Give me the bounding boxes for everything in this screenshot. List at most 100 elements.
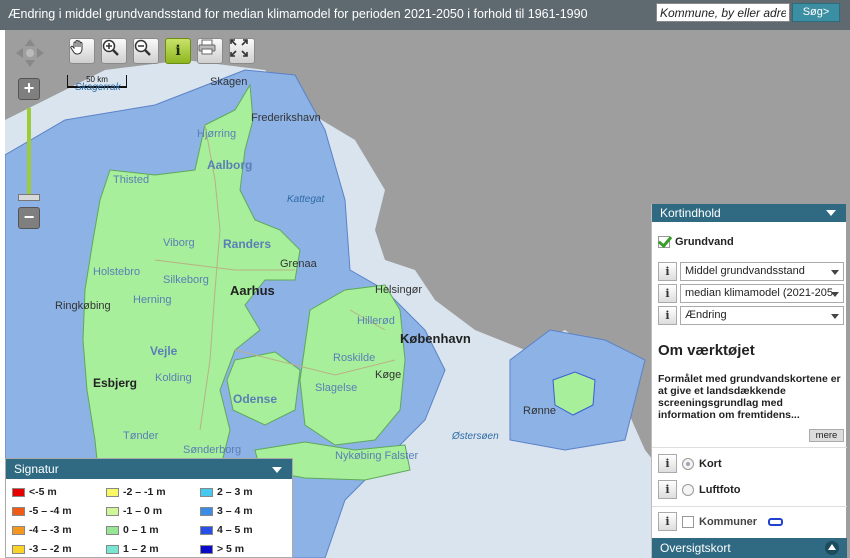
zoom-in-icon [102, 39, 119, 56]
info-icon: i [175, 43, 181, 59]
info-tool-button[interactable]: i [165, 38, 191, 64]
radio-kort[interactable] [682, 457, 694, 470]
zoom-minus-button[interactable]: − [18, 207, 40, 229]
panel-header-title: Kortindhold [660, 206, 721, 220]
map-label: Odense [233, 392, 278, 406]
legend-label: 1 – 2 m [123, 543, 159, 555]
kommuner-checkbox[interactable] [682, 515, 694, 528]
panel-header[interactable]: Kortindhold [652, 204, 846, 222]
legend-swatch [106, 487, 119, 497]
select-value: Ændring [685, 309, 727, 321]
zoom-out-button[interactable] [133, 38, 159, 64]
map-label: Herning [133, 294, 172, 306]
legend-item: 2 – 3 m [200, 486, 253, 498]
map-label: Kolding [155, 372, 192, 384]
map-label: Nykøbing Falster [335, 450, 419, 462]
map-label: Rønne [523, 405, 557, 417]
zoom-slider-track[interactable] [27, 108, 31, 196]
map-label: Randers [223, 237, 272, 251]
map-label: Thisted [113, 174, 150, 186]
overview-header[interactable]: Oversigtskort [652, 538, 847, 558]
legend-item: -3 – -2 m [12, 543, 72, 555]
legend-item: -4 – -3 m [12, 524, 72, 536]
radio-kort-row[interactable]: i Kort [658, 454, 722, 473]
map-label: Grenaa [280, 258, 317, 270]
info-button[interactable]: i [658, 306, 677, 325]
radio-luftfoto-row[interactable]: i Luftfoto [658, 480, 741, 499]
map-label: Helsingør [375, 284, 423, 296]
legend-label: -5 – -4 m [29, 505, 72, 517]
parameter-select[interactable]: Middel grundvandsstand [680, 262, 844, 281]
select-row-1: i Middel grundvandsstand [658, 262, 844, 281]
legend-swatch [12, 487, 25, 497]
search-input[interactable] [656, 3, 790, 22]
legend-label: -3 – -2 m [29, 543, 72, 555]
pan-hand-button[interactable] [69, 38, 95, 64]
legend-label: -4 – -3 m [29, 524, 72, 536]
page-title: Ændring i middel grundvandsstand for med… [8, 7, 588, 21]
legend-label: <-5 m [29, 486, 57, 498]
pan-arrows-icon[interactable] [15, 38, 45, 68]
layer-checkbox[interactable] [658, 236, 670, 248]
expand-up-icon[interactable] [825, 541, 839, 555]
info-button[interactable]: i [658, 512, 677, 531]
map-label: Ringkøbing [55, 300, 111, 312]
map-label: Aarhus [230, 283, 275, 298]
zoom-plus-button[interactable]: + [18, 78, 40, 100]
hand-icon [70, 40, 83, 55]
select-row-2: i median klimamodel (2021-205 [658, 284, 844, 303]
legend-item: 3 – 4 m [200, 505, 253, 517]
map-label: Skagen [210, 76, 248, 88]
map-label: Sønderborg [183, 444, 242, 456]
legend-swatch [106, 506, 119, 516]
select-row-3: i Ændring [658, 306, 844, 325]
radio-luftfoto[interactable] [682, 483, 694, 496]
print-button[interactable] [197, 38, 223, 64]
legend-swatch [12, 544, 25, 554]
select-value: median klimamodel (2021-205 [685, 287, 833, 299]
collapse-icon[interactable] [272, 467, 282, 473]
legend-item: 1 – 2 m [106, 543, 159, 555]
map-label: Silkeborg [163, 274, 209, 286]
select-value: Middel grundvandsstand [685, 265, 805, 277]
title-bar: Ændring i middel grundvandsstand for med… [0, 0, 850, 30]
kommuner-label: Kommuner [699, 515, 758, 528]
zoom-in-button[interactable] [101, 38, 127, 64]
dropdown-arrow-icon [831, 270, 839, 275]
map-label: Køge [375, 369, 402, 381]
layer-toggle-grundvand[interactable]: Grundvand [658, 236, 734, 248]
radio-label: Kort [699, 457, 722, 470]
map-label: Skagerrak [75, 82, 121, 93]
search-button[interactable]: Søg> [792, 3, 840, 22]
legend-title: Signatur [14, 462, 59, 476]
zoom-slider-handle[interactable] [18, 194, 40, 201]
legend-label: -1 – 0 m [123, 505, 163, 517]
overview-title: Oversigtskort [660, 541, 731, 555]
info-button[interactable]: i [658, 480, 677, 499]
map-label: Kattegat [287, 194, 325, 205]
mode-select[interactable]: Ændring [680, 306, 844, 325]
info-button[interactable]: i [658, 262, 677, 281]
zoom-out-icon [134, 39, 151, 56]
legend-swatch [12, 525, 25, 535]
info-button[interactable]: i [658, 454, 677, 473]
model-select[interactable]: median klimamodel (2021-205 [680, 284, 844, 303]
map-label: Viborg [163, 237, 195, 249]
dropdown-arrow-icon [831, 292, 839, 297]
map-label: København [400, 331, 471, 346]
divider [652, 506, 847, 507]
map-label: Slagelse [315, 382, 358, 394]
about-title: Om værktøjet [658, 342, 755, 359]
legend-label: 4 – 5 m [217, 524, 253, 536]
info-button[interactable]: i [658, 284, 677, 303]
more-button[interactable]: mere [809, 429, 844, 442]
legend-swatch [106, 544, 119, 554]
kommuner-row[interactable]: i Kommuner [658, 512, 784, 531]
zealand-land [299, 284, 406, 446]
collapse-icon[interactable] [826, 210, 836, 216]
legend-panel: Signatur <-5 m -5 – -4 m -4 – -3 m -3 – -2 … [5, 458, 293, 558]
legend-header[interactable]: Signatur [6, 459, 292, 479]
legend-label: 3 – 4 m [217, 505, 253, 517]
pan-control[interactable] [15, 38, 45, 68]
fullscreen-button[interactable] [229, 38, 255, 64]
